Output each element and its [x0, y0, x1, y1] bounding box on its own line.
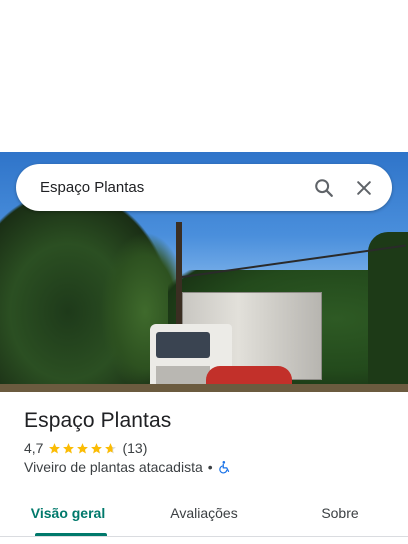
- tab-about-label: Sobre: [321, 505, 359, 521]
- close-icon[interactable]: [352, 176, 376, 200]
- photo-ground: [0, 384, 408, 392]
- tab-overview[interactable]: Visão geral: [0, 496, 136, 536]
- search-input[interactable]: Espaço Plantas: [40, 179, 312, 196]
- star-icon: [63, 442, 75, 453]
- tab-reviews[interactable]: Avaliações: [136, 496, 272, 536]
- tab-reviews-label: Avaliações: [170, 505, 238, 521]
- review-count[interactable]: (13): [122, 440, 147, 456]
- photo-trees-right: [368, 232, 408, 392]
- place-info: Espaço Plantas 4,7 (13) Viveiro de plant…: [24, 409, 394, 475]
- photo-truck-grill: [156, 366, 210, 384]
- star-icon: [49, 442, 61, 453]
- tab-about[interactable]: Sobre: [272, 496, 408, 536]
- place-title: Espaço Plantas: [24, 409, 172, 432]
- place-category: Viveiro de plantas atacadista: [24, 459, 203, 475]
- search-bar[interactable]: Espaço Plantas: [16, 164, 392, 211]
- tab-divider: [0, 536, 408, 537]
- half-star-icon: [105, 442, 117, 453]
- star-icon: [77, 442, 89, 453]
- rating-value: 4,7: [24, 440, 44, 456]
- rating-row[interactable]: 4,7 (13): [24, 440, 394, 456]
- star-icon: [91, 442, 103, 453]
- wheelchair-icon: [218, 461, 229, 474]
- tab-bar: Visão geral Avaliações Sobre: [0, 496, 408, 536]
- rating-stars: [48, 442, 117, 455]
- search-icon[interactable]: [312, 176, 336, 200]
- tab-overview-label: Visão geral: [30, 505, 106, 521]
- separator-dot: •: [207, 459, 213, 475]
- photo-truck-window: [156, 332, 210, 358]
- category-row: Viveiro de plantas atacadista •: [24, 459, 394, 475]
